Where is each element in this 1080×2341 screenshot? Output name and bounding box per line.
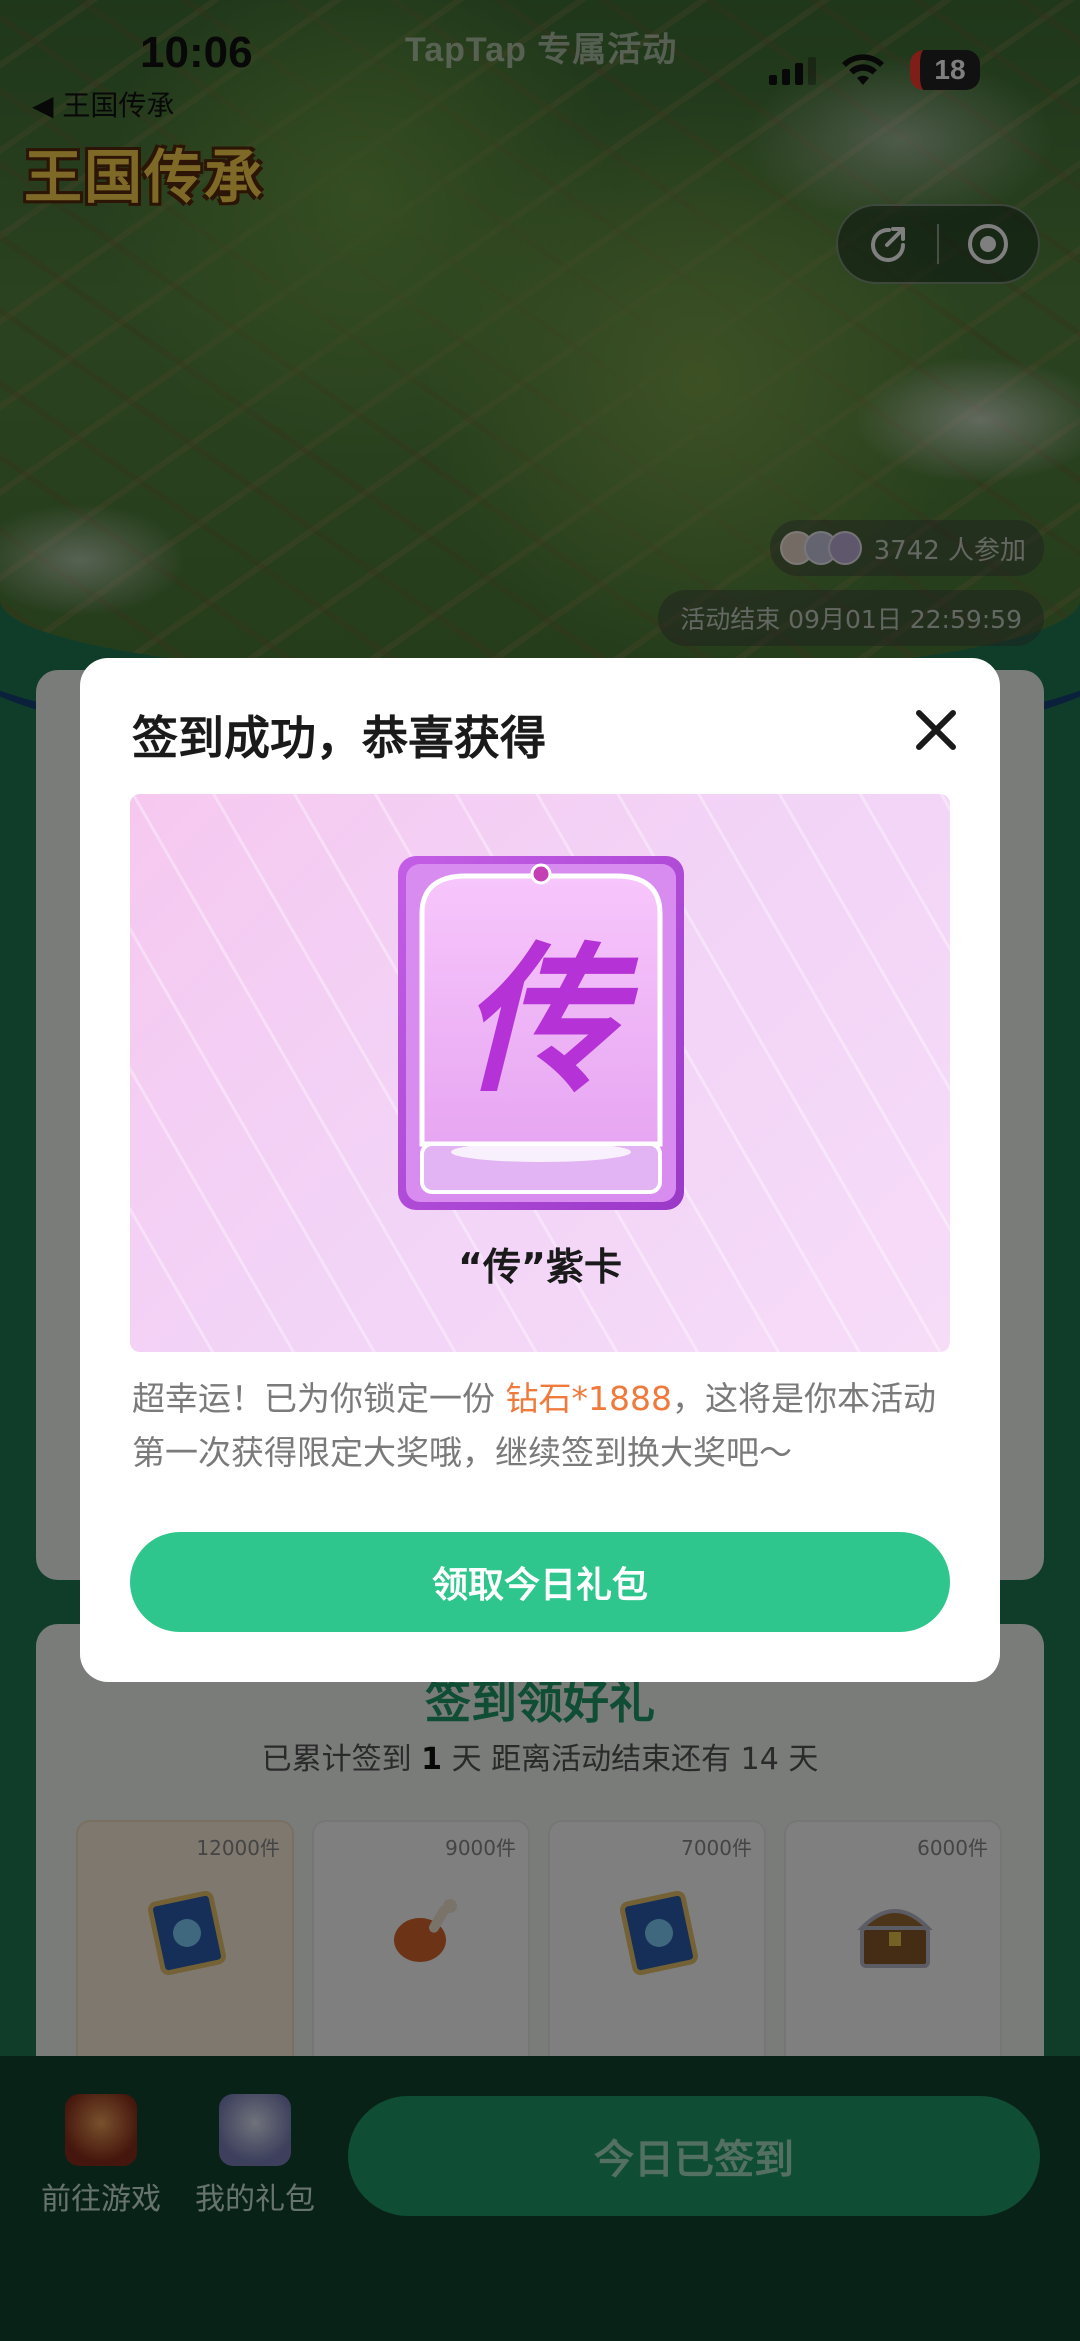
- claim-gift-button[interactable]: 领取今日礼包: [130, 1532, 950, 1632]
- prize-panel: 传 “传”紫卡: [130, 794, 950, 1352]
- modal-description: 超幸运！已为你锁定一份 钻石*1888，这将是你本活动第一次获得限定大奖哦，继续…: [132, 1379, 936, 1472]
- modal-title: 签到成功，恭喜获得: [132, 711, 546, 765]
- sign-in-success-modal: 签到成功，恭喜获得 传 “传”紫卡 超幸运！已为你锁定一份 钻石*1888，这将…: [80, 658, 1000, 1682]
- close-button[interactable]: [904, 698, 968, 762]
- purple-card-icon: 传: [398, 856, 684, 1210]
- close-icon: [916, 710, 956, 750]
- prize-name: “传”紫卡: [458, 1245, 622, 1289]
- card-glyph: 传: [461, 927, 639, 1114]
- reward-highlight: 钻石*1888: [505, 1379, 672, 1418]
